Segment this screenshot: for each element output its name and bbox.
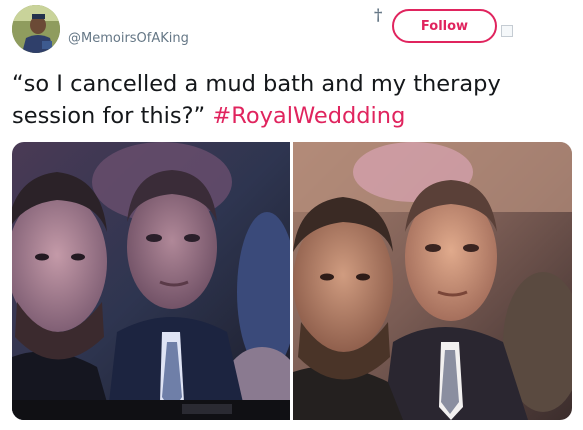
photo-left[interactable]: [12, 142, 290, 420]
photo-left-image: [12, 142, 290, 420]
avatar-image: [12, 5, 60, 53]
user-avatar[interactable]: [12, 5, 60, 53]
tweet-text: “so I cancelled a mud bath and my therap…: [12, 68, 572, 132]
tweet-card: @MemoirsOfAKing † Follow “so I cancelled…: [0, 0, 583, 430]
dagger-icon: †: [374, 5, 383, 24]
photo-right[interactable]: [293, 142, 572, 420]
hashtag-link[interactable]: #RoyalWeddding: [212, 103, 405, 129]
photo-right-image: [293, 142, 572, 420]
caret-icon[interactable]: [501, 25, 513, 37]
user-handle[interactable]: @MemoirsOfAKing: [68, 31, 189, 46]
follow-button[interactable]: Follow: [392, 9, 497, 43]
